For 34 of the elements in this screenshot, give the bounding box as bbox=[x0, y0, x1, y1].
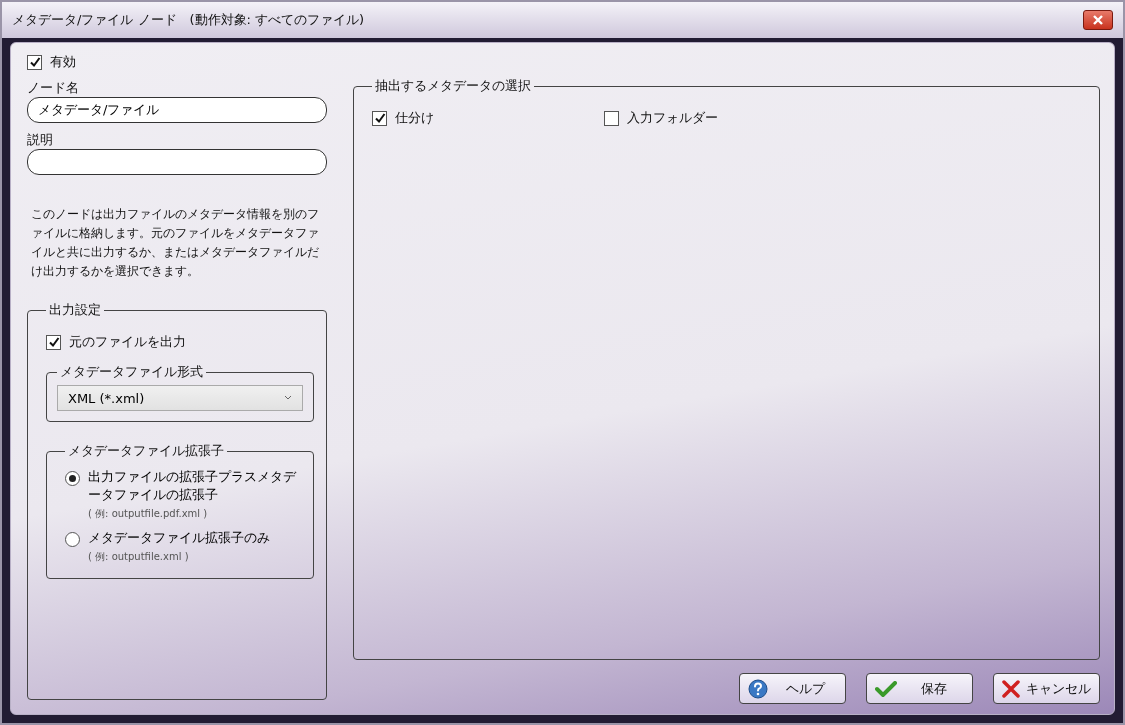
save-button[interactable]: 保存 bbox=[866, 673, 973, 704]
group-title: メタデータファイル拡張子 bbox=[67, 442, 225, 460]
field-label: ノード名 bbox=[27, 79, 80, 97]
help-button[interactable]: ヘルプ bbox=[739, 673, 846, 704]
group-title: 抽出するメタデータの選択 bbox=[374, 77, 532, 95]
close-icon bbox=[1092, 14, 1104, 26]
close-button[interactable] bbox=[1083, 10, 1113, 30]
example-text: ( 例: outputfile.xml ) bbox=[88, 550, 190, 564]
group-title: 出力設定 bbox=[48, 301, 102, 319]
radio-label: メタデータファイル拡張子のみ bbox=[88, 529, 270, 547]
checkbox[interactable] bbox=[46, 334, 61, 350]
x-icon bbox=[1002, 679, 1020, 698]
checkbox[interactable] bbox=[27, 54, 42, 70]
checkbox[interactable] bbox=[372, 110, 387, 126]
node-name-field[interactable]: メタデータ/ファイル bbox=[27, 97, 327, 123]
radio-label: 出力ファイルの拡張子プラスメタデータファイルの拡張子 bbox=[88, 468, 298, 504]
description-field[interactable] bbox=[27, 149, 327, 175]
checkbox[interactable] bbox=[604, 110, 619, 126]
window-title: メタデータ/ファイル ノード (動作対象: すべてのファイル) bbox=[12, 11, 365, 29]
checkbox-label: 入力フォルダー bbox=[627, 109, 718, 127]
checkbox-label: 仕分け bbox=[395, 109, 434, 127]
radio-button[interactable] bbox=[65, 532, 80, 547]
group-title: メタデータファイル形式 bbox=[59, 363, 204, 381]
checkmark-icon bbox=[875, 680, 897, 697]
cancel-button[interactable]: キャンセル bbox=[993, 673, 1100, 704]
chevron-down-icon bbox=[284, 395, 292, 401]
radio-button[interactable] bbox=[65, 471, 80, 486]
format-dropdown[interactable]: XML (*.xml) bbox=[57, 385, 303, 411]
checkbox-label: 元のファイルを出力 bbox=[69, 333, 186, 351]
checkbox-label: 有効 bbox=[50, 53, 76, 71]
info-text: このノードは出力ファイルのメタデータ情報を別のファイルに格納します。元のファイルをメタデータファイルと共に出力するか、またはメタデータファイルだけ出力するかを選択できます。 bbox=[31, 206, 320, 280]
example-text: ( 例: outputfile.pdf.xml ) bbox=[88, 507, 209, 521]
field-label: 説明 bbox=[27, 131, 54, 149]
help-icon bbox=[748, 678, 768, 699]
